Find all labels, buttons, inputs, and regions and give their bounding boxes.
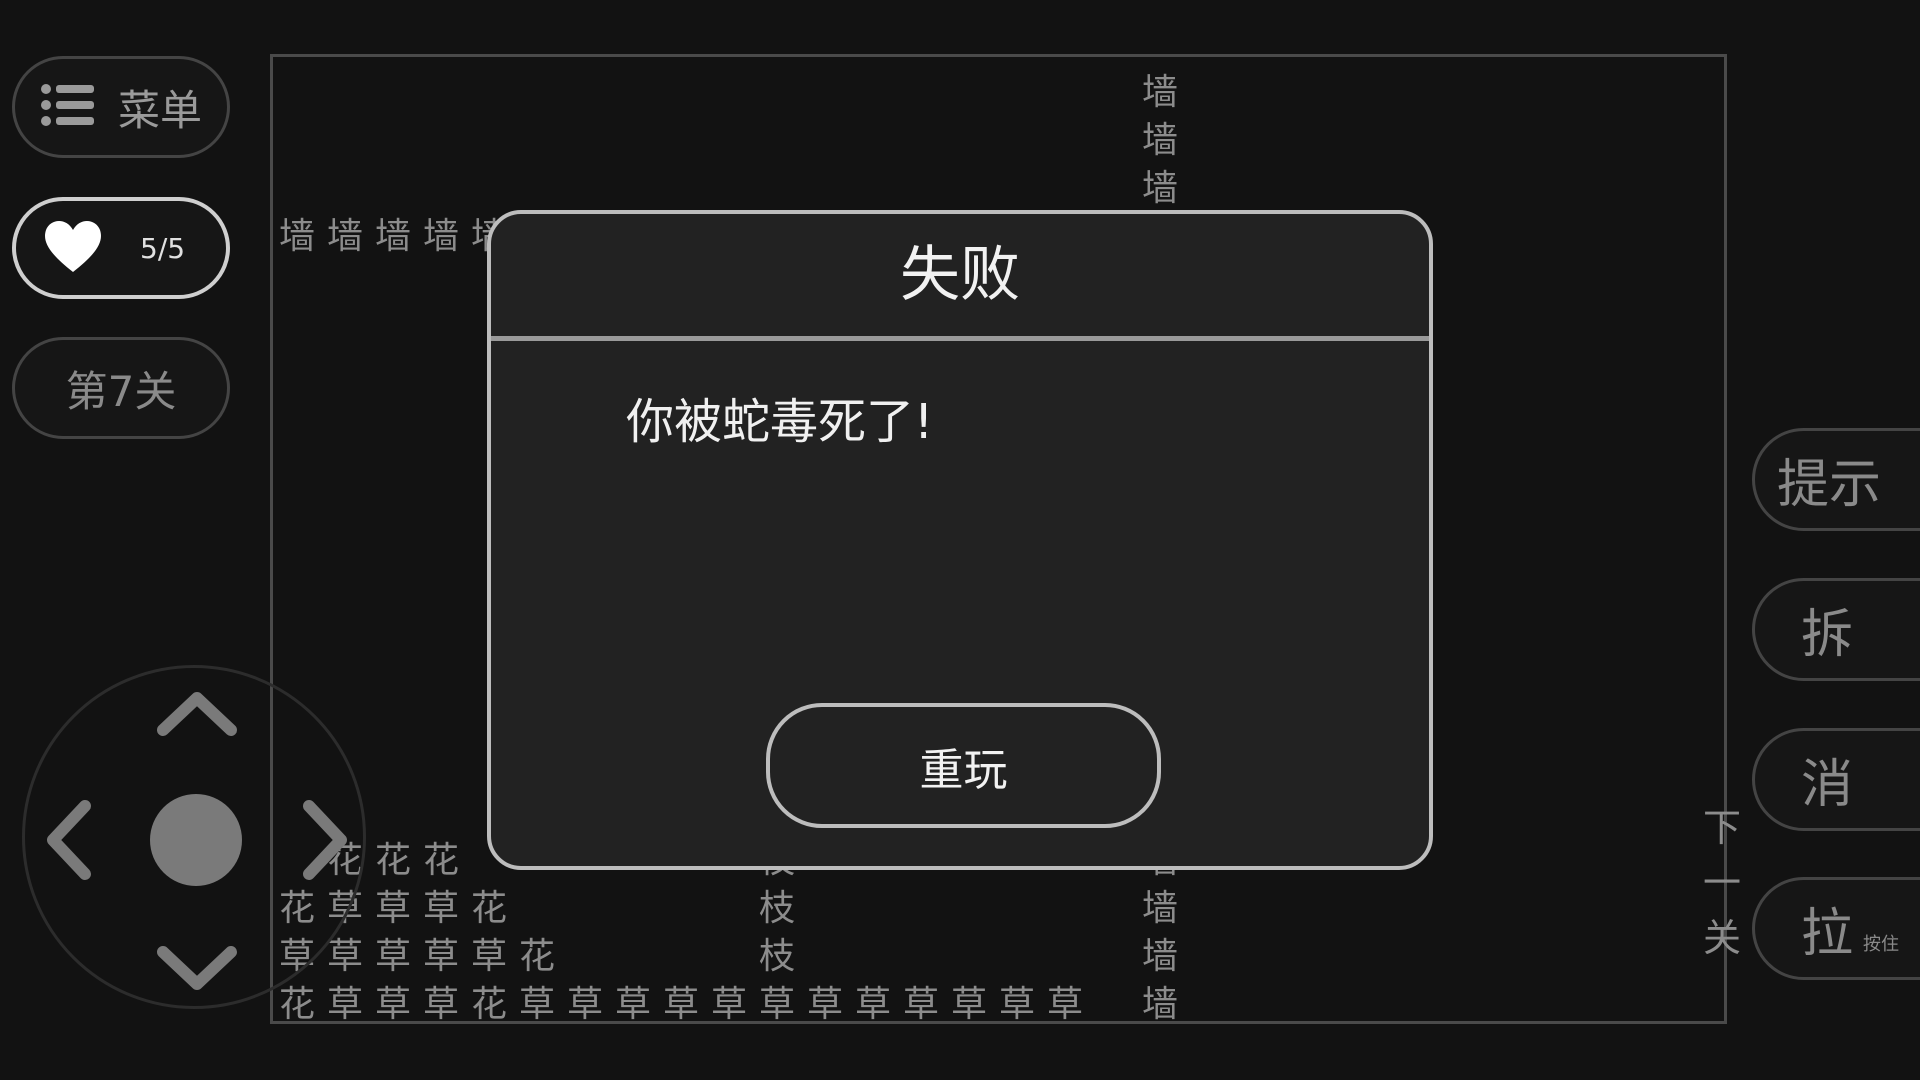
replay-button[interactable]: 重玩 — [766, 703, 1161, 828]
lives-count: 5/5 — [140, 231, 186, 265]
grass-tile: 草 — [374, 888, 411, 929]
wall-tile: 墙 — [1141, 888, 1178, 929]
arrow-left-icon[interactable] — [45, 800, 91, 884]
failure-dialog: 失败 你被蛇毒死了! 重玩 — [487, 210, 1433, 870]
flower-tile: 花 — [470, 984, 507, 1025]
grass-tile: 草 — [374, 936, 411, 977]
grass-tile: 草 — [374, 984, 411, 1025]
branch-tile: 枝 — [758, 936, 795, 977]
lives-indicator: 5/5 — [12, 197, 230, 299]
grass-tile: 草 — [614, 984, 651, 1025]
heart-icon — [42, 218, 104, 278]
grass-tile: 草 — [422, 984, 459, 1025]
grass-tile: 草 — [710, 984, 747, 1025]
grass-tile: 草 — [998, 984, 1035, 1025]
flower-tile: 花 — [374, 840, 411, 881]
wall-tile: 墙 — [1141, 168, 1178, 209]
grass-tile: 草 — [662, 984, 699, 1025]
grass-tile: 草 — [518, 984, 555, 1025]
grass-tile: 草 — [422, 936, 459, 977]
joystick-knob[interactable] — [150, 794, 242, 886]
grass-tile: 草 — [1046, 984, 1083, 1025]
wall-tile: 墙 — [422, 216, 459, 257]
grass-tile: 草 — [758, 984, 795, 1025]
branch-tile: 枝 — [758, 888, 795, 929]
level-label: 第7关 — [12, 337, 230, 439]
pull-hold-hint: 按住 — [1863, 933, 1900, 955]
wall-tile: 墙 — [1141, 72, 1178, 113]
erase-label: 消 — [1801, 755, 1854, 815]
demolish-button[interactable]: 拆 — [1752, 578, 1920, 681]
wall-tile: 墙 — [1141, 120, 1178, 161]
flower-tile: 花 — [278, 984, 315, 1025]
grass-tile: 草 — [470, 936, 507, 977]
dialog-title: 失败 — [491, 214, 1429, 341]
menu-button[interactable]: 菜单 — [12, 56, 230, 158]
grass-tile: 草 — [950, 984, 987, 1025]
wall-tile: 墙 — [1141, 984, 1178, 1025]
hint-button[interactable]: 提示 — [1752, 428, 1920, 531]
grass-tile: 草 — [806, 984, 843, 1025]
wall-tile: 墙 — [1141, 936, 1178, 977]
arrow-down-icon[interactable] — [157, 946, 237, 996]
next-level-label: 下一关 — [1703, 806, 1754, 960]
pull-button[interactable]: 拉 按住 — [1752, 877, 1920, 980]
flower-tile: 花 — [518, 936, 555, 977]
arrow-up-icon[interactable] — [157, 690, 237, 740]
grass-tile: 草 — [854, 984, 891, 1025]
direction-pad[interactable] — [22, 665, 366, 1009]
grass-tile: 草 — [566, 984, 603, 1025]
wall-tile: 墙 — [374, 216, 411, 257]
grass-tile: 草 — [422, 888, 459, 929]
menu-label: 菜单 — [117, 85, 202, 135]
erase-button[interactable]: 消 — [1752, 728, 1920, 831]
dialog-message: 你被蛇毒死了! — [626, 394, 934, 450]
demolish-label: 拆 — [1801, 605, 1854, 665]
arrow-right-icon[interactable] — [303, 800, 349, 884]
flower-tile: 花 — [470, 888, 507, 929]
grass-tile: 草 — [902, 984, 939, 1025]
hint-label: 提示 — [1777, 455, 1882, 515]
wall-tile: 墙 — [278, 216, 315, 257]
grass-tile: 草 — [326, 984, 363, 1025]
list-icon — [40, 81, 96, 133]
wall-tile: 墙 — [326, 216, 363, 257]
pull-label: 拉 — [1801, 904, 1854, 964]
flower-tile: 花 — [422, 840, 459, 881]
